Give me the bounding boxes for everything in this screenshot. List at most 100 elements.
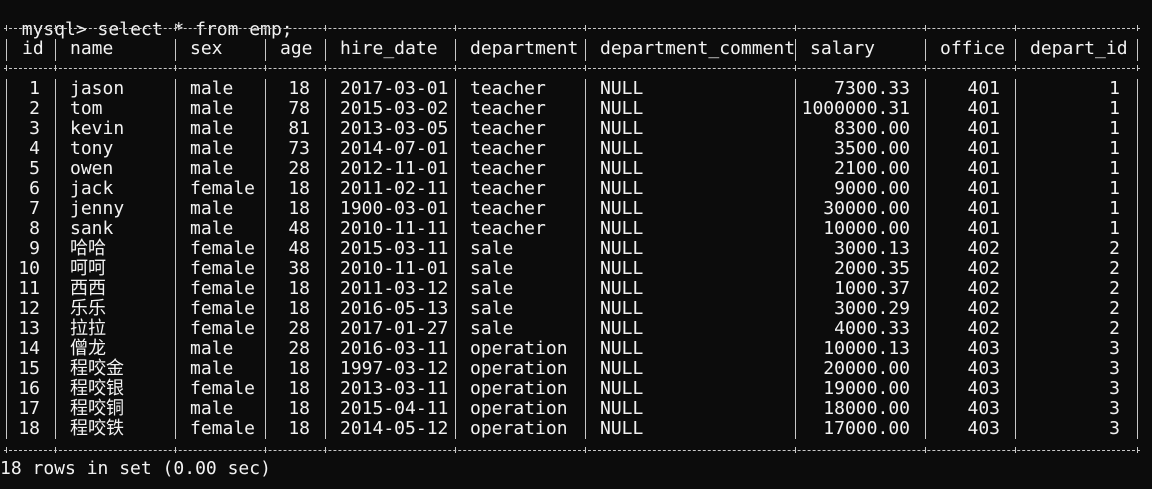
cell-department-comment: NULL [600,278,644,299]
cell-salary: 3000.29 [834,298,910,319]
header-column-separator [175,39,176,61]
cell-name: 程咬铁 [70,418,124,439]
cell-name: jason [70,78,125,99]
cell-office: 401 [967,158,1000,179]
border-corner [6,25,7,31]
cell-department-comment: NULL [600,98,644,119]
cell-department-comment: NULL [600,78,644,99]
cell-department: operation [470,378,568,399]
border-corner [1015,447,1016,453]
cell-sex: male [190,398,234,419]
cell-age: 28 [288,158,310,179]
cell-id: 12 [18,298,40,319]
cell-id: 6 [29,178,40,199]
cell-hire-date: 2015-03-02 [340,98,449,119]
cell-sex: male [190,78,234,99]
cell-department: sale [470,258,514,279]
border-corner [795,65,796,71]
body-column-separator [455,79,456,439]
cell-name: 哈哈 [70,238,106,259]
cell-department: operation [470,398,568,419]
cell-office: 403 [967,378,1000,399]
body-column-separator [175,79,176,439]
cell-salary: 19000.00 [823,378,910,399]
cell-hire-date: 2017-01-27 [340,318,449,339]
cell-depart-id: 3 [1109,418,1120,439]
body-column-separator [325,79,326,439]
cell-depart-id: 3 [1109,358,1120,379]
body-column-separator [1015,79,1016,439]
cell-salary: 17000.00 [823,418,910,439]
cell-department-comment: NULL [600,378,644,399]
cell-age: 38 [288,258,310,279]
cell-sex: female [190,278,256,299]
cell-department: operation [470,358,568,379]
border-corner [1015,25,1016,31]
header-column-separator [585,39,586,61]
cell-name: 程咬银 [70,378,124,399]
cell-name: jenny [70,198,125,219]
header-column-separator [1137,39,1138,61]
cell-sex: male [190,138,234,159]
cell-age: 18 [288,178,310,199]
cell-depart-id: 2 [1109,258,1120,279]
border-corner [1137,447,1138,453]
cell-sex: female [190,238,256,259]
cell-department-comment: NULL [600,218,644,239]
cell-depart-id: 1 [1109,218,1120,239]
cell-depart-id: 3 [1109,378,1120,399]
cell-office: 401 [967,118,1000,139]
cell-hire-date: 2016-05-13 [340,298,449,319]
border-corner [1137,25,1138,31]
border-corner [455,447,456,453]
cell-department: teacher [470,118,546,139]
cell-department: teacher [470,138,546,159]
cell-sex: female [190,378,256,399]
border-corner [795,25,796,31]
cell-hire-date: 2016-03-11 [340,338,449,359]
cell-office: 401 [967,178,1000,199]
border-corner [6,447,7,453]
column-header-department: department [470,38,579,59]
cell-age: 18 [288,278,310,299]
cell-salary: 7300.33 [834,78,910,99]
border-corner [55,65,56,71]
cell-office: 401 [967,138,1000,159]
cell-department-comment: NULL [600,338,644,359]
cell-depart-id: 3 [1109,338,1120,359]
cell-depart-id: 1 [1109,158,1120,179]
border-corner [265,65,266,71]
cell-department-comment: NULL [600,178,644,199]
border-corner [55,447,56,453]
cell-office: 403 [967,338,1000,359]
header-column-separator [1015,39,1016,61]
column-header-name: name [70,38,114,59]
cell-depart-id: 2 [1109,318,1120,339]
cell-name: 僧龙 [70,338,106,359]
cell-age: 18 [288,198,310,219]
cell-hire-date: 2011-03-12 [340,278,449,299]
body-column-separator [6,79,7,439]
cell-sex: male [190,338,234,359]
cell-age: 18 [288,358,310,379]
header-column-separator [325,39,326,61]
cell-id: 11 [18,278,40,299]
cell-age: 81 [288,118,310,139]
cell-salary: 1000.37 [834,278,910,299]
cell-department-comment: NULL [600,118,644,139]
cell-name: tom [70,98,103,119]
cell-sex: female [190,418,256,439]
cell-sex: male [190,198,234,219]
header-column-separator [925,39,926,61]
cell-hire-date: 2013-03-11 [340,378,449,399]
border-corner [265,25,266,31]
cell-hire-date: 1997-03-12 [340,358,449,379]
cell-salary: 8300.00 [834,118,910,139]
cell-id: 8 [29,218,40,239]
cell-salary: 3000.13 [834,238,910,259]
border-corner [925,447,926,453]
cell-department: teacher [470,78,546,99]
body-column-separator [265,79,266,439]
column-header-sex: sex [190,38,223,59]
cell-depart-id: 3 [1109,398,1120,419]
